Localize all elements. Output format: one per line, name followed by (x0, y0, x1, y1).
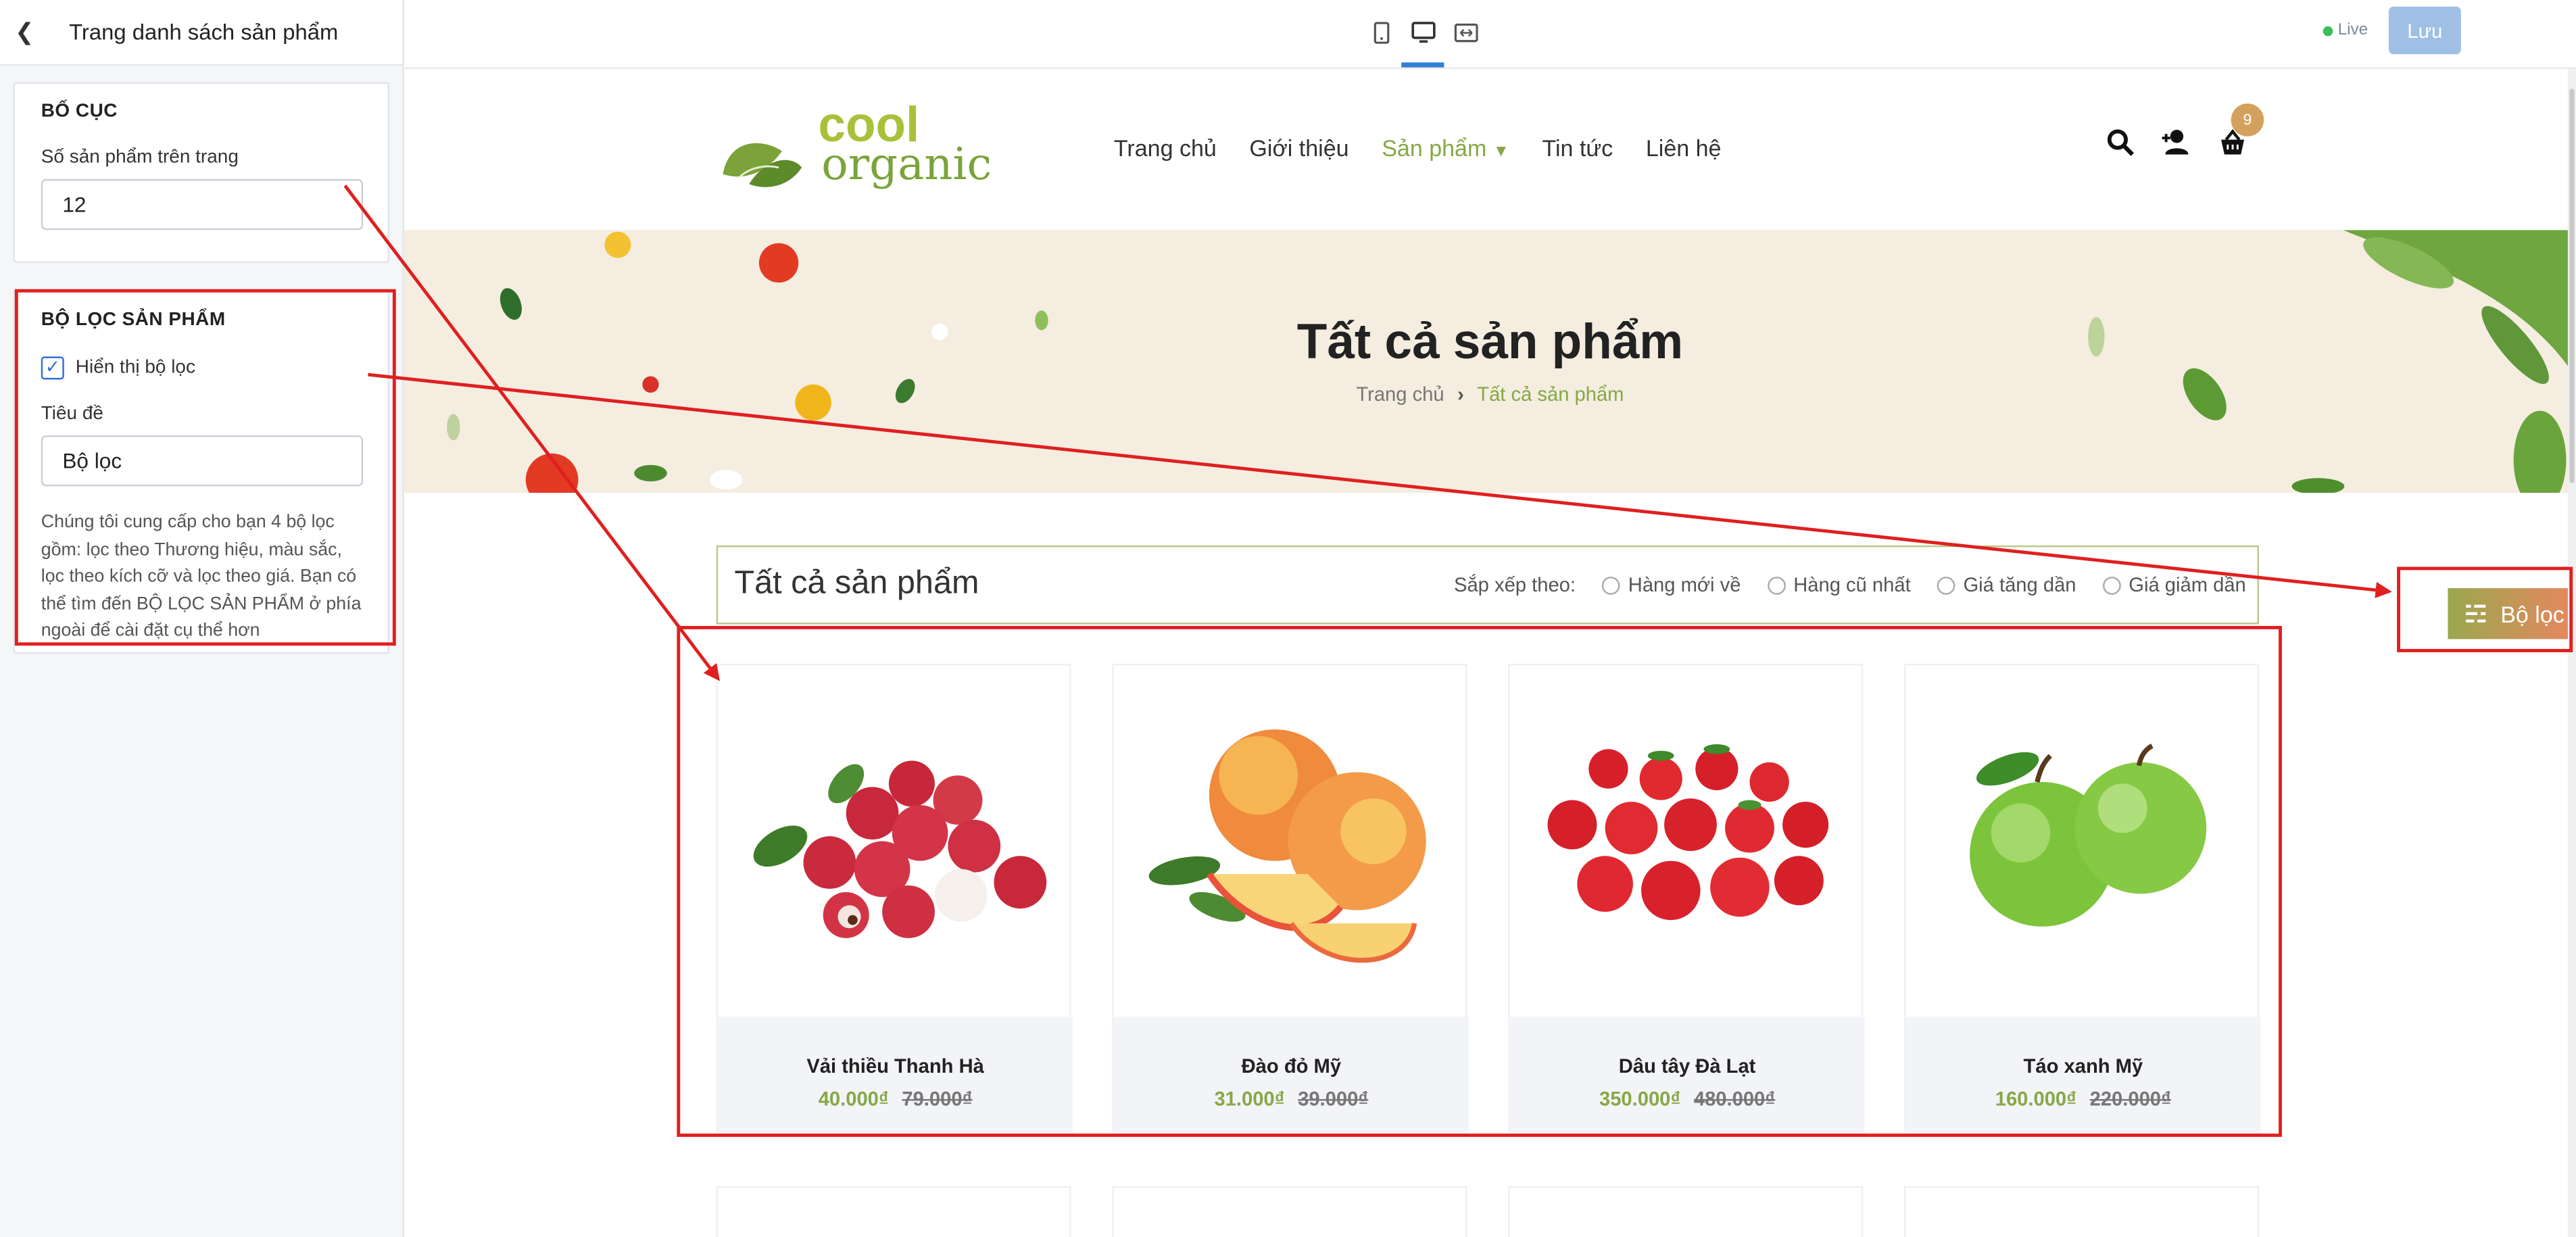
breadcrumb-current: Tất cả sản phẩm (1477, 383, 1624, 406)
mobile-icon[interactable] (1363, 16, 1399, 49)
desktop-icon[interactable] (1405, 16, 1440, 49)
product-card[interactable] (716, 1186, 1071, 1237)
product-card[interactable] (1508, 1186, 1864, 1237)
user-add-icon[interactable] (2160, 128, 2191, 156)
breadcrumb: Trang chủ › Tất cả sản phẩm (404, 383, 2576, 406)
cart-count-badge: 9 (2231, 103, 2264, 137)
back-chevron-icon[interactable]: ❮ (0, 18, 49, 46)
nav-products[interactable]: Sản phẩm ▼ (1382, 135, 1509, 161)
header-icons (2106, 128, 2247, 156)
layout-section-heading: BỐ CỤC (41, 101, 118, 122)
main-nav: Trang chủ Giới thiệu Sản phẩm ▼ Tin tức … (1114, 135, 1722, 161)
fullwidth-icon[interactable] (1447, 16, 1483, 49)
caret-down-icon: ▼ (1492, 143, 1509, 162)
page-banner: Tất cả sản phẩm Trang chủ › Tất cả sản phẩ… (404, 230, 2576, 493)
sort-option-price-asc[interactable]: Giá tăng dần (1963, 573, 2076, 596)
panel-header: ❮ Trang danh sách sản phẩm (0, 0, 403, 66)
annotation-box-product-grid (677, 626, 2282, 1137)
live-status: Live (2323, 21, 2368, 40)
editor-viewport: ❮ Trang danh sách sản phẩm BỐ CỤC Số sản… (0, 0, 2576, 1237)
sort-option-oldest[interactable]: Hàng cũ nhất (1793, 573, 1911, 596)
layout-section: BỐ CỤC Số sản phẩm trên trang 12 (13, 82, 390, 263)
store-logo[interactable]: cool organic (716, 101, 996, 201)
sort-radio-oldest[interactable] (1767, 575, 1786, 594)
per-page-input[interactable]: 12 (41, 178, 364, 231)
annotation-box-filter-settings (14, 289, 396, 646)
breadcrumb-separator-icon: › (1457, 383, 1464, 406)
panel-title: Trang danh sách sản phẩm (69, 20, 339, 45)
product-card[interactable] (1903, 1186, 2259, 1237)
product-card[interactable] (1112, 1186, 1467, 1237)
nav-news[interactable]: Tin tức (1542, 135, 1613, 161)
sort-radio-price-desc[interactable] (2102, 575, 2121, 594)
editor-toolbar: Live Lưu (404, 0, 2576, 70)
search-icon[interactable] (2106, 128, 2135, 156)
listing-heading: Tất cả sản phẩm (734, 565, 979, 602)
sort-label: Sắp xếp theo: (1453, 573, 1576, 597)
live-dot-icon (2323, 25, 2333, 36)
nav-about[interactable]: Giới thiệu (1249, 135, 1348, 161)
page-title: Tất cả sản phẩm (1296, 315, 1684, 370)
nav-home[interactable]: Trang chủ (1114, 135, 1217, 161)
logo-text-organic: organic (821, 139, 992, 191)
save-button[interactable]: Lưu (2388, 6, 2461, 55)
per-page-label: Số sản phẩm trên trang (41, 147, 239, 168)
nav-contact[interactable]: Liên hệ (1646, 135, 1722, 161)
sort-option-newest[interactable]: Hàng mới về (1628, 573, 1741, 596)
annotation-box-filter-button (2397, 566, 2573, 652)
preview-scrollbar-thumb[interactable] (2569, 89, 2575, 483)
live-label: Live (2337, 21, 2368, 40)
breadcrumb-home[interactable]: Trang chủ (1356, 383, 1444, 406)
sort-radio-newest[interactable] (1601, 575, 1620, 594)
sort-option-price-desc[interactable]: Giá giảm dần (2129, 573, 2245, 596)
active-device-indicator (1401, 62, 1444, 68)
sort-radio-price-asc[interactable] (1937, 575, 1955, 594)
sort-options: Sắp xếp theo: Hàng mới về Hàng cũ nhất G… (1454, 573, 2246, 596)
listing-toolbar: Tất cả sản phẩm Sắp xếp theo: Hàng mới v… (716, 545, 2259, 625)
